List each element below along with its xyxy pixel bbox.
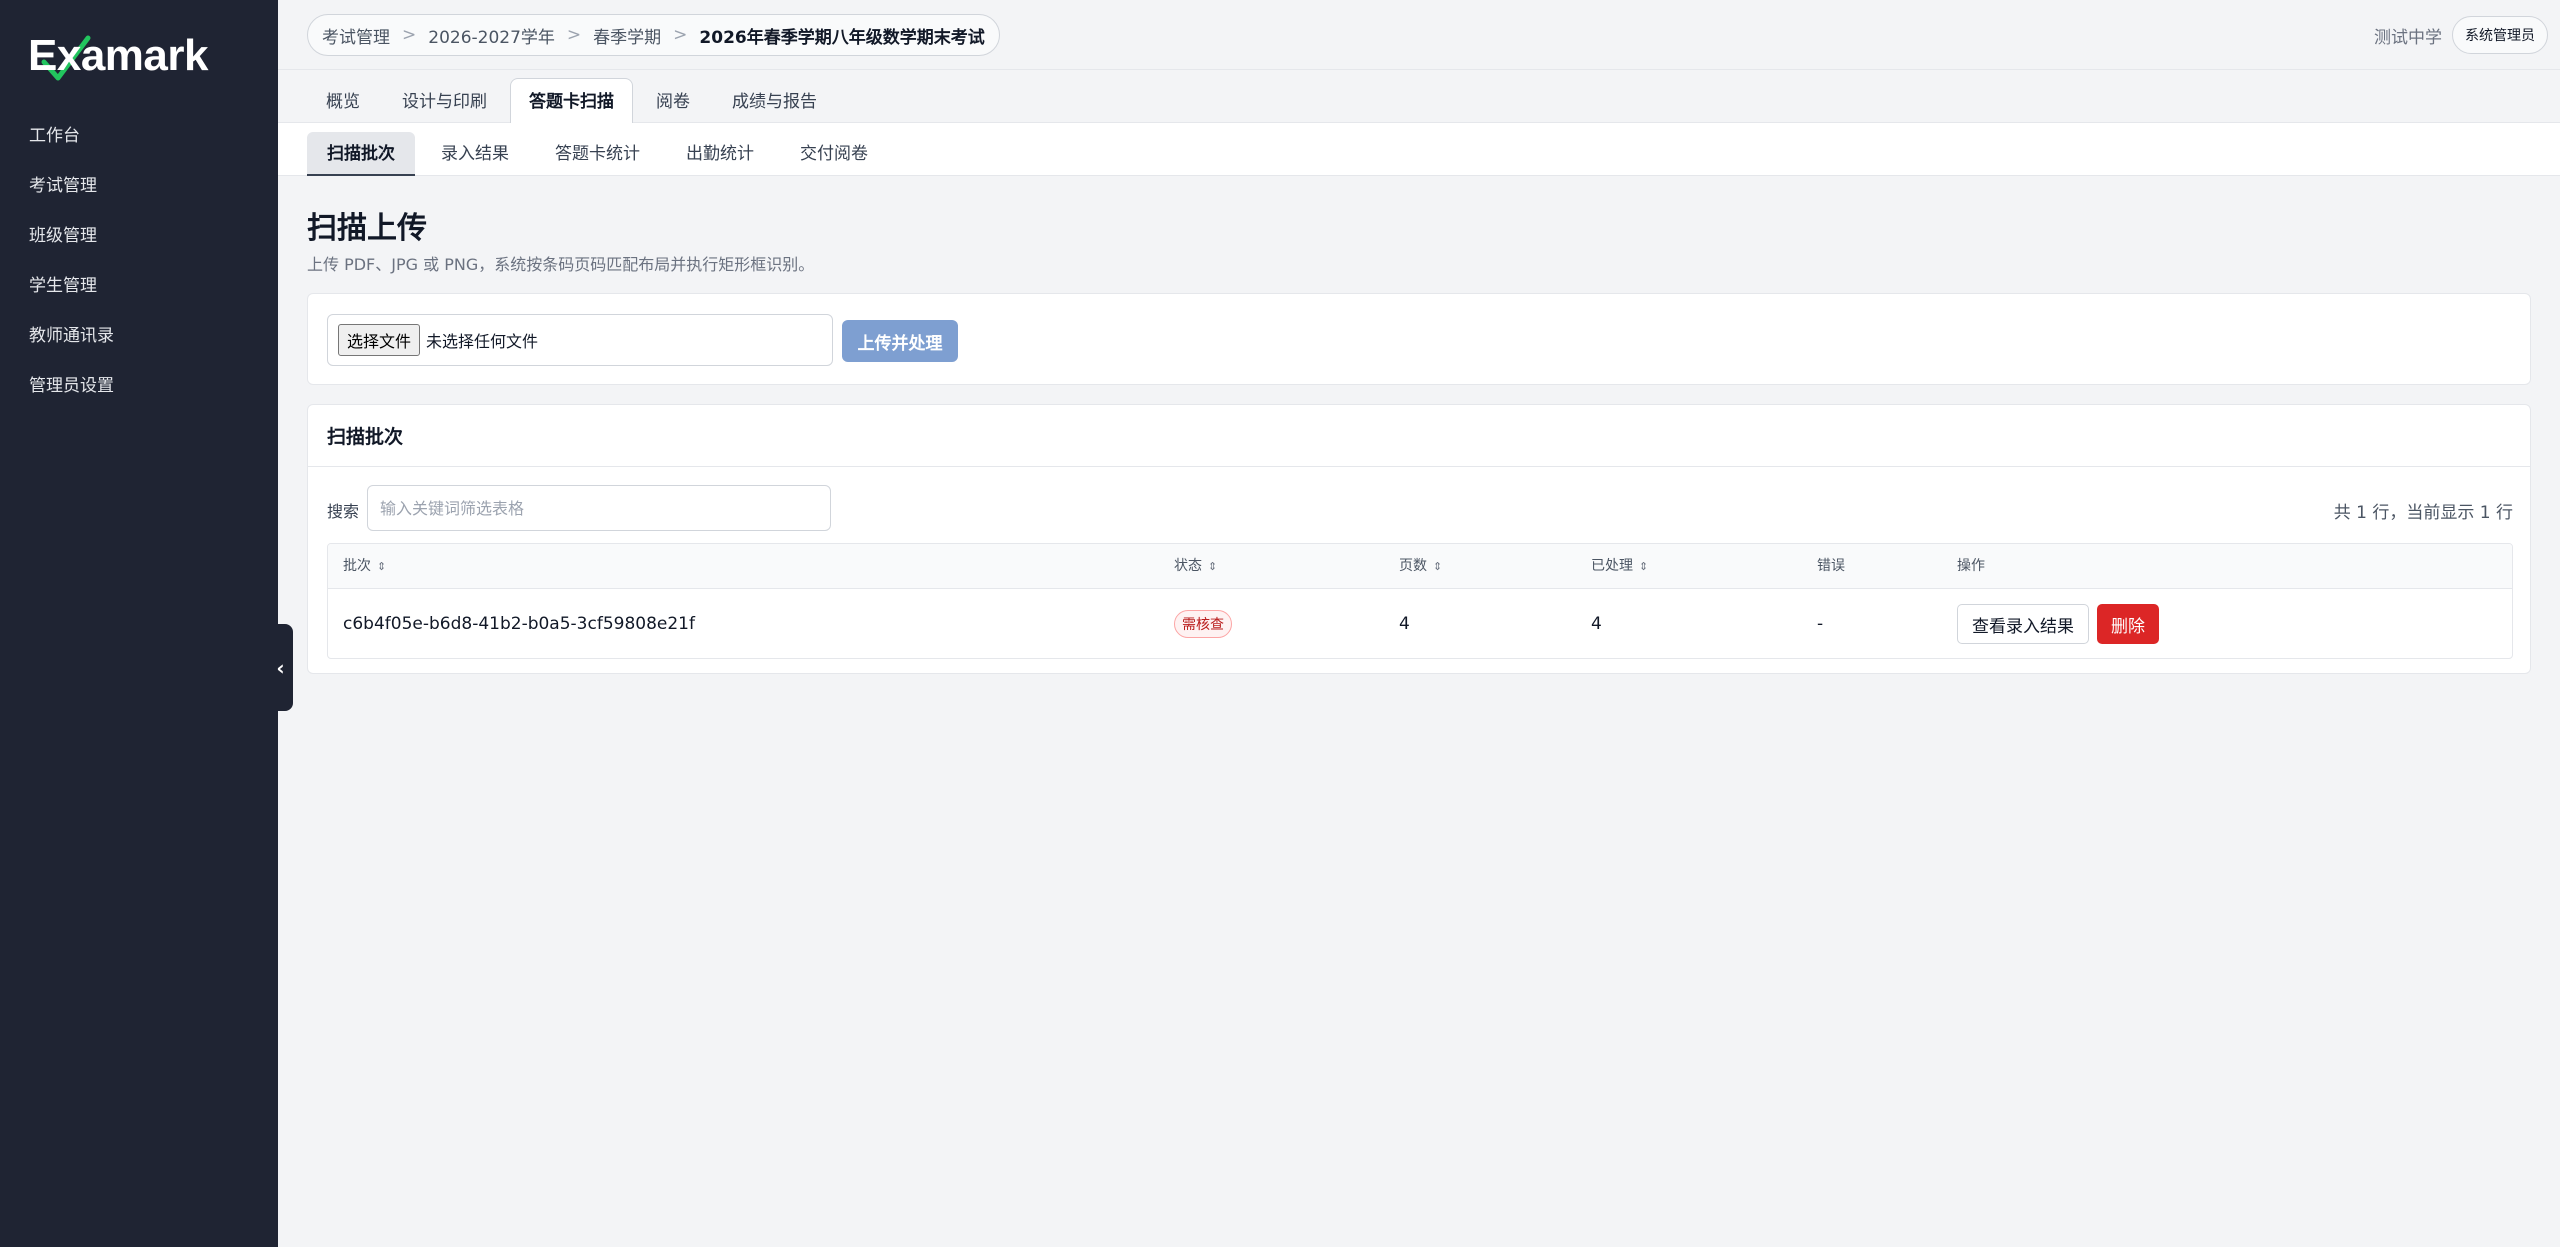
- breadcrumb: 考试管理 > 2026-2027学年 > 春季学期 > 2026年春季学期八年级…: [307, 14, 1000, 56]
- row-count: 共 1 行，当前显示 1 行: [2333, 503, 2513, 523]
- batch-id: c6b4f05e-b6d8-41b2-b0a5-3cf59808e21f: [343, 614, 695, 634]
- sidebar-nav: 工作台 考试管理 班级管理 学生管理 教师通讯录 管理员设置: [0, 111, 278, 411]
- breadcrumb-separator: >: [566, 25, 582, 45]
- column-label: 已处理: [1591, 558, 1633, 574]
- breadcrumb-academic-year[interactable]: 2026-2027学年: [428, 23, 555, 48]
- upload-process-button[interactable]: 上传并处理: [842, 320, 958, 362]
- user-area: 测试中学 系统管理员: [2374, 16, 2548, 54]
- sidebar: Examark 工作台 考试管理 班级管理 学生管理 教师通讯录 管理员设置: [0, 0, 278, 1247]
- subtab-deliver-grading[interactable]: 交付阅卷: [780, 132, 888, 176]
- sidebar-item-class-management[interactable]: 班级管理: [0, 211, 278, 261]
- delete-button[interactable]: 删除: [2097, 604, 2159, 644]
- column-label: 批次: [343, 558, 371, 574]
- primary-tabs: 概览 设计与印刷 答题卡扫描 阅卷 成绩与报告: [278, 78, 2560, 123]
- processed-cell: 4: [1591, 614, 1602, 634]
- subtab-attendance-statistics[interactable]: 出勤统计: [666, 132, 774, 176]
- column-label: 页数: [1399, 558, 1427, 574]
- tab-grading[interactable]: 阅卷: [637, 78, 709, 123]
- breadcrumb-current-exam: 2026年春季学期八年级数学期末考试: [699, 27, 985, 48]
- breadcrumb-semester[interactable]: 春季学期: [593, 23, 661, 48]
- scan-batches-card: 扫描批次 搜索 共 1 行，当前显示 1 行 批次 ⇕ 状态 ⇕ 页数 ⇕ 已处理 ⇕ …: [307, 404, 2531, 674]
- upload-card: 选择文件 未选择任何文件 上传并处理: [307, 293, 2531, 385]
- batches-table: 批次 ⇕ 状态 ⇕ 页数 ⇕ 已处理 ⇕ 错误 操作 c6b4f05e-b6d8-41b…: [327, 543, 2513, 659]
- column-header-processed[interactable]: 已处理 ⇕: [1591, 544, 1648, 589]
- tab-overview[interactable]: 概览: [307, 78, 379, 123]
- tab-scores-reports[interactable]: 成绩与报告: [713, 78, 836, 123]
- sidebar-item-teacher-directory[interactable]: 教师通讯录: [0, 311, 278, 361]
- search-row: 搜索 共 1 行，当前显示 1 行: [327, 485, 2513, 531]
- sidebar-item-exam-management[interactable]: 考试管理: [0, 161, 278, 211]
- choose-file-button[interactable]: 选择文件: [338, 324, 421, 356]
- tab-design-print[interactable]: 设计与印刷: [383, 78, 506, 123]
- topbar: 考试管理 > 2026-2027学年 > 春季学期 > 2026年春季学期八年级…: [278, 0, 2560, 70]
- view-results-button[interactable]: 查看录入结果: [1957, 604, 2089, 644]
- breadcrumb-separator: >: [402, 25, 417, 45]
- logo-text: Examark: [28, 31, 208, 80]
- examark-logo[interactable]: Examark: [28, 28, 208, 84]
- column-header-pages[interactable]: 页数 ⇕: [1399, 544, 1442, 589]
- column-header-errors: 错误: [1817, 544, 1845, 589]
- sort-icon[interactable]: ⇕: [1433, 560, 1442, 573]
- actions-cell: 查看录入结果 删除: [1957, 589, 2159, 658]
- breadcrumb-exam-management[interactable]: 考试管理: [322, 23, 390, 48]
- column-label: 状态: [1174, 558, 1202, 574]
- breadcrumb-separator: >: [673, 25, 688, 45]
- column-header-status[interactable]: 状态 ⇕: [1174, 544, 1217, 589]
- batches-title: 扫描批次: [308, 405, 2530, 467]
- table-header: 批次 ⇕ 状态 ⇕ 页数 ⇕ 已处理 ⇕ 错误 操作: [328, 544, 2512, 589]
- sort-icon[interactable]: ⇕: [1639, 560, 1648, 573]
- file-status: 未选择任何文件: [426, 332, 539, 351]
- sort-icon[interactable]: ⇕: [1208, 560, 1217, 573]
- errors-cell: -: [1817, 614, 1824, 634]
- school-name: 测试中学: [2374, 27, 2442, 48]
- sub-tabs: 扫描批次 录入结果 答题卡统计 出勤统计 交付阅卷: [278, 123, 2560, 176]
- pages-cell: 4: [1399, 614, 1410, 634]
- subtab-scan-batches[interactable]: 扫描批次: [307, 132, 415, 176]
- role-badge[interactable]: 系统管理员: [2452, 16, 2548, 54]
- page-description: 上传 PDF、JPG 或 PNG，系统按条码页码匹配布局并执行矩形框识别。: [307, 255, 815, 274]
- search-input[interactable]: [367, 485, 831, 531]
- column-label: 操作: [1957, 558, 1985, 574]
- tab-answer-sheet-scan[interactable]: 答题卡扫描: [510, 78, 633, 123]
- column-header-batch[interactable]: 批次 ⇕: [343, 544, 386, 589]
- status-badge: 需核查: [1174, 610, 1232, 638]
- subtab-sheet-statistics[interactable]: 答题卡统计: [535, 132, 660, 176]
- chevron-left-icon: ‹: [276, 655, 285, 680]
- file-input[interactable]: 选择文件 未选择任何文件: [327, 314, 833, 366]
- subtab-entry-results[interactable]: 录入结果: [421, 132, 529, 176]
- page-title: 扫描上传: [307, 211, 427, 246]
- sidebar-item-student-management[interactable]: 学生管理: [0, 261, 278, 311]
- sort-icon[interactable]: ⇕: [377, 560, 386, 573]
- table-row: c6b4f05e-b6d8-41b2-b0a5-3cf59808e21f 需核查…: [328, 589, 2512, 658]
- column-header-actions: 操作: [1957, 544, 1985, 589]
- search-label: 搜索: [327, 502, 360, 521]
- column-label: 错误: [1817, 558, 1845, 574]
- sidebar-item-workbench[interactable]: 工作台: [0, 111, 278, 161]
- sidebar-collapse-button[interactable]: ‹: [268, 624, 293, 711]
- status-cell: 需核查: [1174, 589, 1232, 658]
- sidebar-item-admin-settings[interactable]: 管理员设置: [0, 361, 278, 411]
